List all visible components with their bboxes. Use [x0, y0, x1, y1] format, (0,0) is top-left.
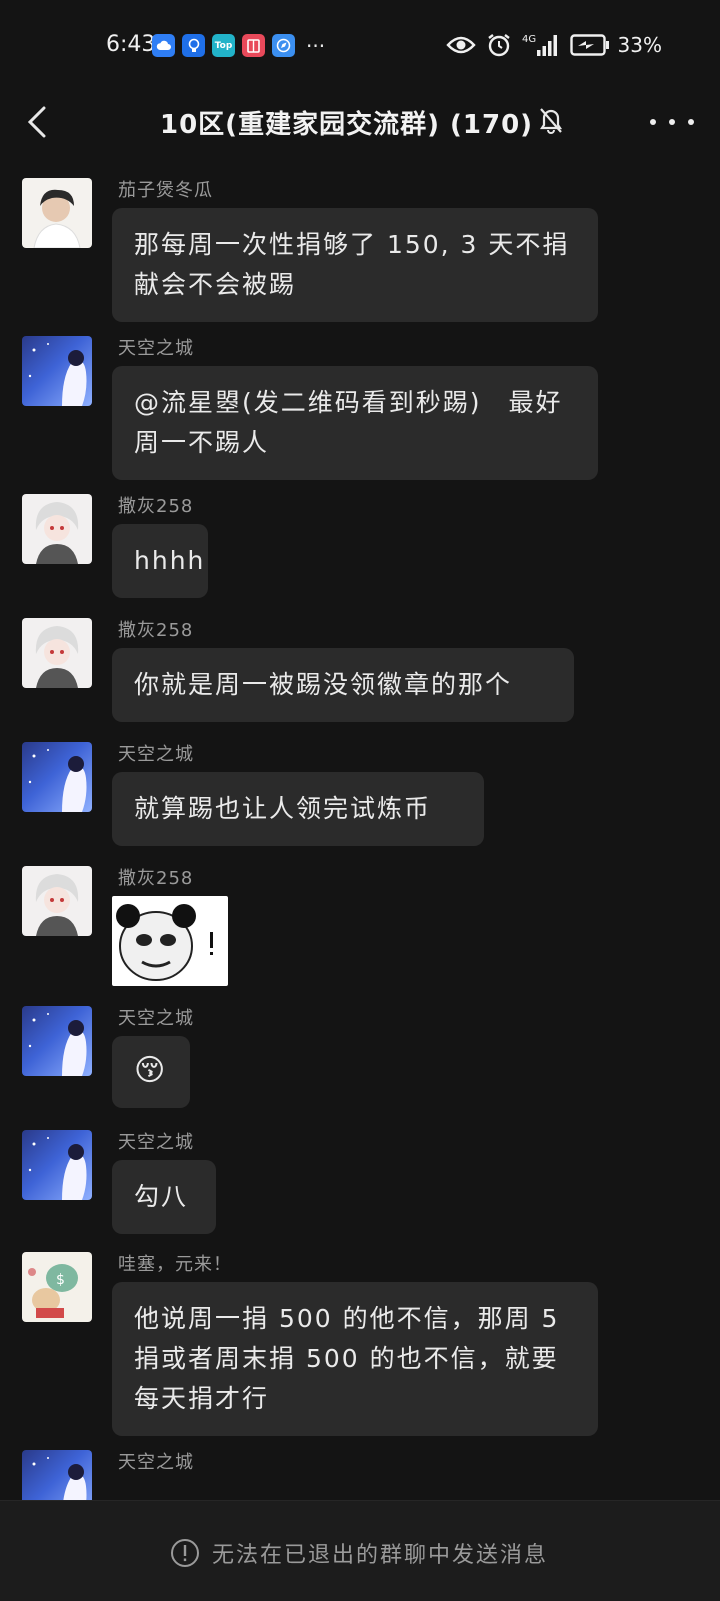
notice-text: 无法在已退出的群聊中发送消息	[212, 1543, 549, 1568]
sender-name: 茄子煲冬瓜	[118, 180, 213, 201]
top-app-icon: Top	[212, 34, 235, 57]
message-bubble[interactable]: 就算踢也让人领完试炼币	[112, 772, 484, 846]
input-disabled-bar: 无法在已退出的群聊中发送消息	[0, 1500, 720, 1601]
avatar[interactable]	[22, 494, 92, 564]
sender-name: 撒灰258	[118, 496, 194, 517]
avatar[interactable]	[22, 1450, 92, 1500]
group-title[interactable]: 10区(重建家园交流群) (170)	[160, 104, 533, 141]
avatar[interactable]	[22, 866, 92, 936]
sender-name: 天空之城	[118, 1008, 194, 1029]
avatar[interactable]	[22, 1130, 92, 1200]
eye-icon	[445, 36, 476, 54]
message-list[interactable]: 茄子煲冬瓜 那每周一次性捐够了 150, 3 天不捐献会不会被踢 天空之城 @流…	[0, 170, 720, 1500]
status-app-icons: Top ···	[152, 34, 325, 57]
sender-name: 哇塞，元来！	[118, 1254, 232, 1275]
message-bubble[interactable]: 他说周一捐 500 的他不信，那周 5 捐或者周末捐 500 的也不信，就要每天…	[112, 1282, 598, 1436]
message-bubble[interactable]: @流星曌(发二维码看到秒踢) 最好周一不踢人	[112, 366, 598, 480]
more-notifications-icon: ···	[306, 33, 326, 58]
message-bubble[interactable]: 你就是周一被踢没领徽章的那个	[112, 648, 574, 722]
svg-text:$: $	[56, 1272, 65, 1288]
sender-name: 天空之城	[118, 1132, 194, 1153]
battery-charging-icon	[569, 34, 609, 56]
info-circle-icon	[171, 1539, 199, 1567]
message-bubble[interactable]: hhhh	[112, 524, 208, 598]
alarm-icon	[487, 34, 510, 57]
status-bar: 6:43 Top ··· 4G 33%	[0, 0, 720, 90]
sender-name: 天空之城	[118, 338, 194, 359]
chat-header: 10区(重建家园交流群) (170)	[0, 90, 720, 180]
avatar[interactable]	[22, 178, 92, 248]
sender-name: 撒灰258	[118, 620, 194, 641]
avatar[interactable]	[22, 1006, 92, 1076]
sender-name: 天空之城	[118, 1452, 194, 1473]
panda-meme-sticker[interactable]	[112, 896, 228, 986]
notebook-app-icon	[242, 34, 265, 57]
avatar[interactable]	[22, 336, 92, 406]
sender-name: 天空之城	[118, 744, 194, 765]
message-bubble[interactable]: 😚	[112, 1036, 190, 1108]
status-time: 6:43	[106, 32, 156, 57]
sender-name: 撒灰258	[118, 868, 194, 889]
compass-app-icon	[272, 34, 295, 57]
back-arrow-icon[interactable]	[20, 102, 60, 142]
bell-off-icon	[538, 106, 564, 138]
network-type: 4G	[522, 34, 536, 45]
left-group-notice: 无法在已退出的群聊中发送消息	[170, 1537, 548, 1569]
message-bubble[interactable]: 勾八	[112, 1160, 216, 1234]
avatar[interactable]: $	[22, 1252, 92, 1322]
more-icon[interactable]	[650, 102, 694, 142]
status-indicators: 4G 33%	[445, 32, 662, 58]
message-bubble[interactable]: 那每周一次性捐够了 150, 3 天不捐献会不会被踢	[112, 208, 598, 322]
avatar[interactable]	[22, 742, 92, 812]
lightbulb-app-icon	[182, 34, 205, 57]
signal-icon: 4G	[522, 34, 557, 56]
battery-percentage: 33%	[617, 33, 662, 57]
cloud-app-icon	[152, 34, 175, 57]
avatar[interactable]	[22, 618, 92, 688]
